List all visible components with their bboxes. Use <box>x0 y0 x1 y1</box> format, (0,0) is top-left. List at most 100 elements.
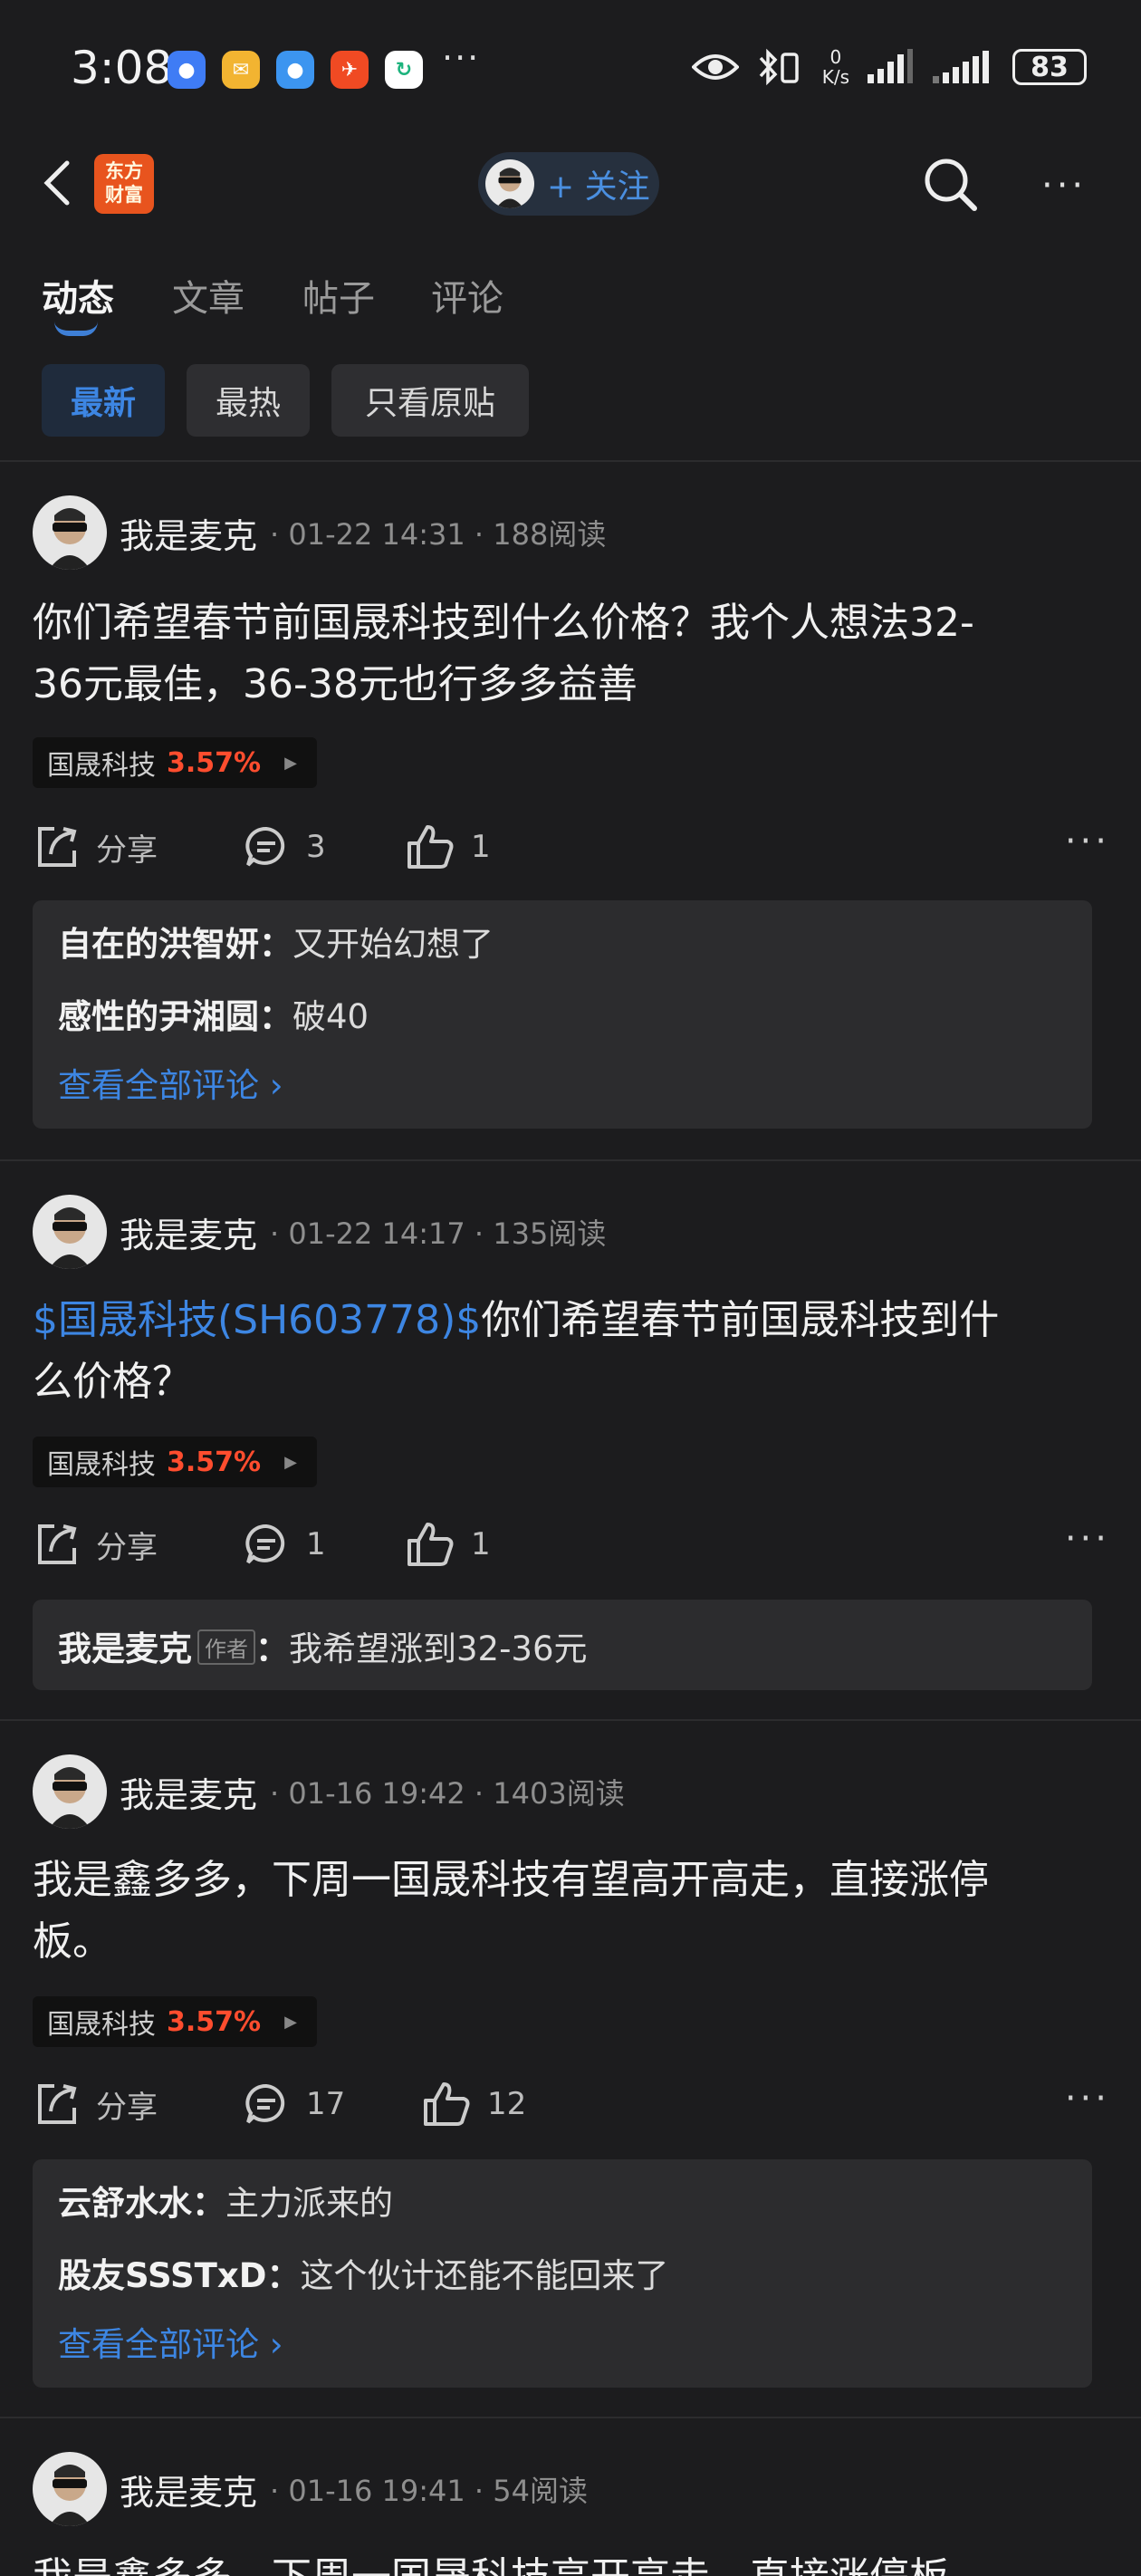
filter-bar: 最新 最热 只看原贴 <box>0 364 1141 440</box>
app-notification-icon: ✈ <box>331 51 369 89</box>
app-notification-icon: ↻ <box>385 51 423 89</box>
comment-user[interactable]: 自在的洪智妍 <box>58 925 259 964</box>
stock-change: 3.57% <box>167 1446 262 1478</box>
share-label: 分享 <box>96 1529 158 1566</box>
post-actions: 分享 3 1 ··· <box>33 815 1110 879</box>
author-name[interactable]: 我是麦克 <box>120 1207 257 1257</box>
stock-tag[interactable]: 国晟科技 3.57% ▶ <box>33 1996 317 2047</box>
bluetooth-vibrate-icon <box>759 48 799 86</box>
message-icon: ● <box>276 51 314 89</box>
comment-user[interactable]: 我是麦克 <box>58 1629 192 1668</box>
stock-tag[interactable]: 国晟科技 3.57% ▶ <box>33 737 317 788</box>
view-all-comments-link[interactable]: 查看全部评论 › <box>58 1058 283 1107</box>
net-speed: 0 K/s <box>822 47 849 87</box>
like-button[interactable]: 12 <box>422 2072 526 2136</box>
post-text-segment: 你们希望春节前国晟科技到什 <box>481 1297 1000 1343</box>
comment-separator: ： <box>266 2256 301 2295</box>
avatar[interactable] <box>33 1754 107 1829</box>
status-right: 0 K/s 83 <box>691 47 1087 87</box>
comment-user[interactable]: 股友SSSTxD <box>58 2256 266 2295</box>
follow-label: + 关注 <box>547 168 650 206</box>
share-icon <box>38 1524 77 1564</box>
share-icon <box>38 2084 77 2124</box>
comment-icon <box>245 2083 285 2124</box>
post-text-line: 我是鑫多多，下周一国晟科技高开高走，直接涨停板 <box>33 2547 1101 2576</box>
comment-preview: 自在的洪智妍：又开始幻想了 <box>58 917 494 966</box>
more-icon[interactable]: ··· <box>1041 168 1087 204</box>
app-notification-icon: ● <box>168 51 206 89</box>
author-name[interactable]: 我是麦克 <box>120 508 257 558</box>
stock-name: 国晟科技 <box>47 750 156 782</box>
author-name[interactable]: 我是麦克 <box>120 2465 257 2514</box>
comment-preview-box[interactable]: 自在的洪智妍：又开始幻想了 感性的尹湘圆：破40 查看全部评论 › <box>33 900 1092 1129</box>
post-card[interactable]: 我是麦克 · 01-16 19:41 · 54阅读 我是鑫多多，下周一国晟科技高… <box>0 2451 1141 2576</box>
comment-button[interactable]: 17 <box>243 2072 345 2136</box>
post-actions: 分享 1 1 ··· <box>33 1513 1110 1576</box>
avatar[interactable] <box>33 2452 107 2526</box>
post-meta: · 01-16 19:42 · 1403阅读 <box>270 1776 625 1811</box>
comment-icon <box>245 1523 285 1564</box>
post-card[interactable]: 我是麦克 · 01-22 14:17 · 135阅读 $国晟科技(SH60377… <box>0 1194 1141 1701</box>
mail-icon: ✉ <box>222 51 260 89</box>
comment-user[interactable]: 云舒水水 <box>58 2184 192 2223</box>
like-button[interactable]: 1 <box>406 1513 491 1576</box>
post-header: 我是麦克 · 01-22 14:31 · 188阅读 <box>33 495 606 571</box>
divider <box>0 1159 1141 1161</box>
comment-preview-box[interactable]: 云舒水水 ： 主力派来的 股友SSSTxD：这个伙计还能不能回来了 查看全部评论 › <box>33 2159 1092 2388</box>
stock-name: 国晟科技 <box>47 1449 156 1481</box>
stock-tag[interactable]: 国晟科技 3.57% ▶ <box>33 1437 317 1487</box>
post-text[interactable]: 我是鑫多多，下周一国晟科技有望高开高走，直接涨停 板。 <box>33 1850 1101 1973</box>
comment-text: 主力派来的 <box>225 2184 393 2223</box>
view-all-comments-link[interactable]: 查看全部评论 › <box>58 2317 283 2366</box>
like-button[interactable]: 1 <box>406 815 491 879</box>
comment-preview: 股友SSSTxD：这个伙计还能不能回来了 <box>58 2248 668 2297</box>
follow-button[interactable]: + 关注 <box>478 152 659 216</box>
more-icon[interactable]: ··· <box>1065 821 1110 862</box>
battery-indicator: 83 <box>1012 49 1087 85</box>
comment-count: 1 <box>306 1526 326 1562</box>
post-text[interactable]: 你们希望春节前国晟科技到什么价格？我个人想法32- 36元最佳，36-38元也行… <box>33 592 1101 716</box>
net-speed-value: 0 <box>829 46 842 68</box>
comment-separator: ： <box>255 1629 289 1668</box>
comment-button[interactable]: 3 <box>243 815 326 879</box>
more-icon[interactable]: ··· <box>1065 1518 1110 1560</box>
tab-comments[interactable]: 评论 <box>431 269 503 322</box>
post-header: 我是麦克 · 01-22 14:17 · 135阅读 <box>33 1194 606 1270</box>
comment-preview-box[interactable]: 我是麦克 作者 ：我希望涨到32-36元 <box>33 1600 1092 1690</box>
tab-dynamics[interactable]: 动态 <box>42 269 114 322</box>
more-icon[interactable]: ··· <box>1065 2078 1110 2119</box>
comment-text: 破40 <box>292 997 369 1036</box>
post-card[interactable]: 我是麦克 · 01-16 19:42 · 1403阅读 我是鑫多多，下周一国晟科… <box>0 1754 1141 2406</box>
author-name[interactable]: 我是麦克 <box>120 1767 257 1817</box>
signal-icon <box>868 49 913 83</box>
brand-logo-line2: 财富 <box>105 184 143 206</box>
brand-logo-line1: 东方 <box>105 160 143 182</box>
post-text-line: $国晟科技(SH603778)$你们希望春节前国晟科技到什 <box>33 1290 1101 1351</box>
tab-articles[interactable]: 文章 <box>172 269 244 322</box>
post-actions: 分享 17 12 ··· <box>33 2072 1110 2136</box>
post-text-line: 板。 <box>33 1918 112 1965</box>
thumbs-up-icon <box>408 1523 454 1566</box>
notification-icons: ● ✉ ● ✈ ↻ <box>168 51 423 89</box>
share-button[interactable]: 分享 <box>33 2072 158 2136</box>
filter-latest[interactable]: 最新 <box>42 364 165 437</box>
post-card[interactable]: 我是麦克 · 01-22 14:31 · 188阅读 你们希望春节前国晟科技到什… <box>0 495 1141 1147</box>
tab-posts[interactable]: 帖子 <box>302 269 375 322</box>
share-label: 分享 <box>96 831 158 869</box>
comment-button[interactable]: 1 <box>243 1513 326 1576</box>
avatar[interactable] <box>33 1195 107 1269</box>
like-count: 1 <box>471 829 491 865</box>
filter-hottest[interactable]: 最热 <box>187 364 310 437</box>
comment-user[interactable]: 感性的尹湘圆 <box>58 997 259 1036</box>
search-icon[interactable] <box>922 156 980 214</box>
share-button[interactable]: 分享 <box>33 815 158 879</box>
stock-name: 国晟科技 <box>47 2009 156 2041</box>
back-icon[interactable] <box>36 156 82 210</box>
stock-cashtag-link[interactable]: $国晟科技(SH603778)$ <box>33 1297 481 1343</box>
comment-separator: ： <box>259 925 292 964</box>
share-button[interactable]: 分享 <box>33 1513 158 1576</box>
filter-original-only[interactable]: 只看原贴 <box>331 364 529 437</box>
avatar[interactable] <box>33 495 107 570</box>
post-text[interactable]: 我是鑫多多，下周一国晟科技高开高走，直接涨停板 <box>33 2547 1101 2576</box>
post-text[interactable]: $国晟科技(SH603778)$你们希望春节前国晟科技到什 么价格？ <box>33 1290 1101 1413</box>
